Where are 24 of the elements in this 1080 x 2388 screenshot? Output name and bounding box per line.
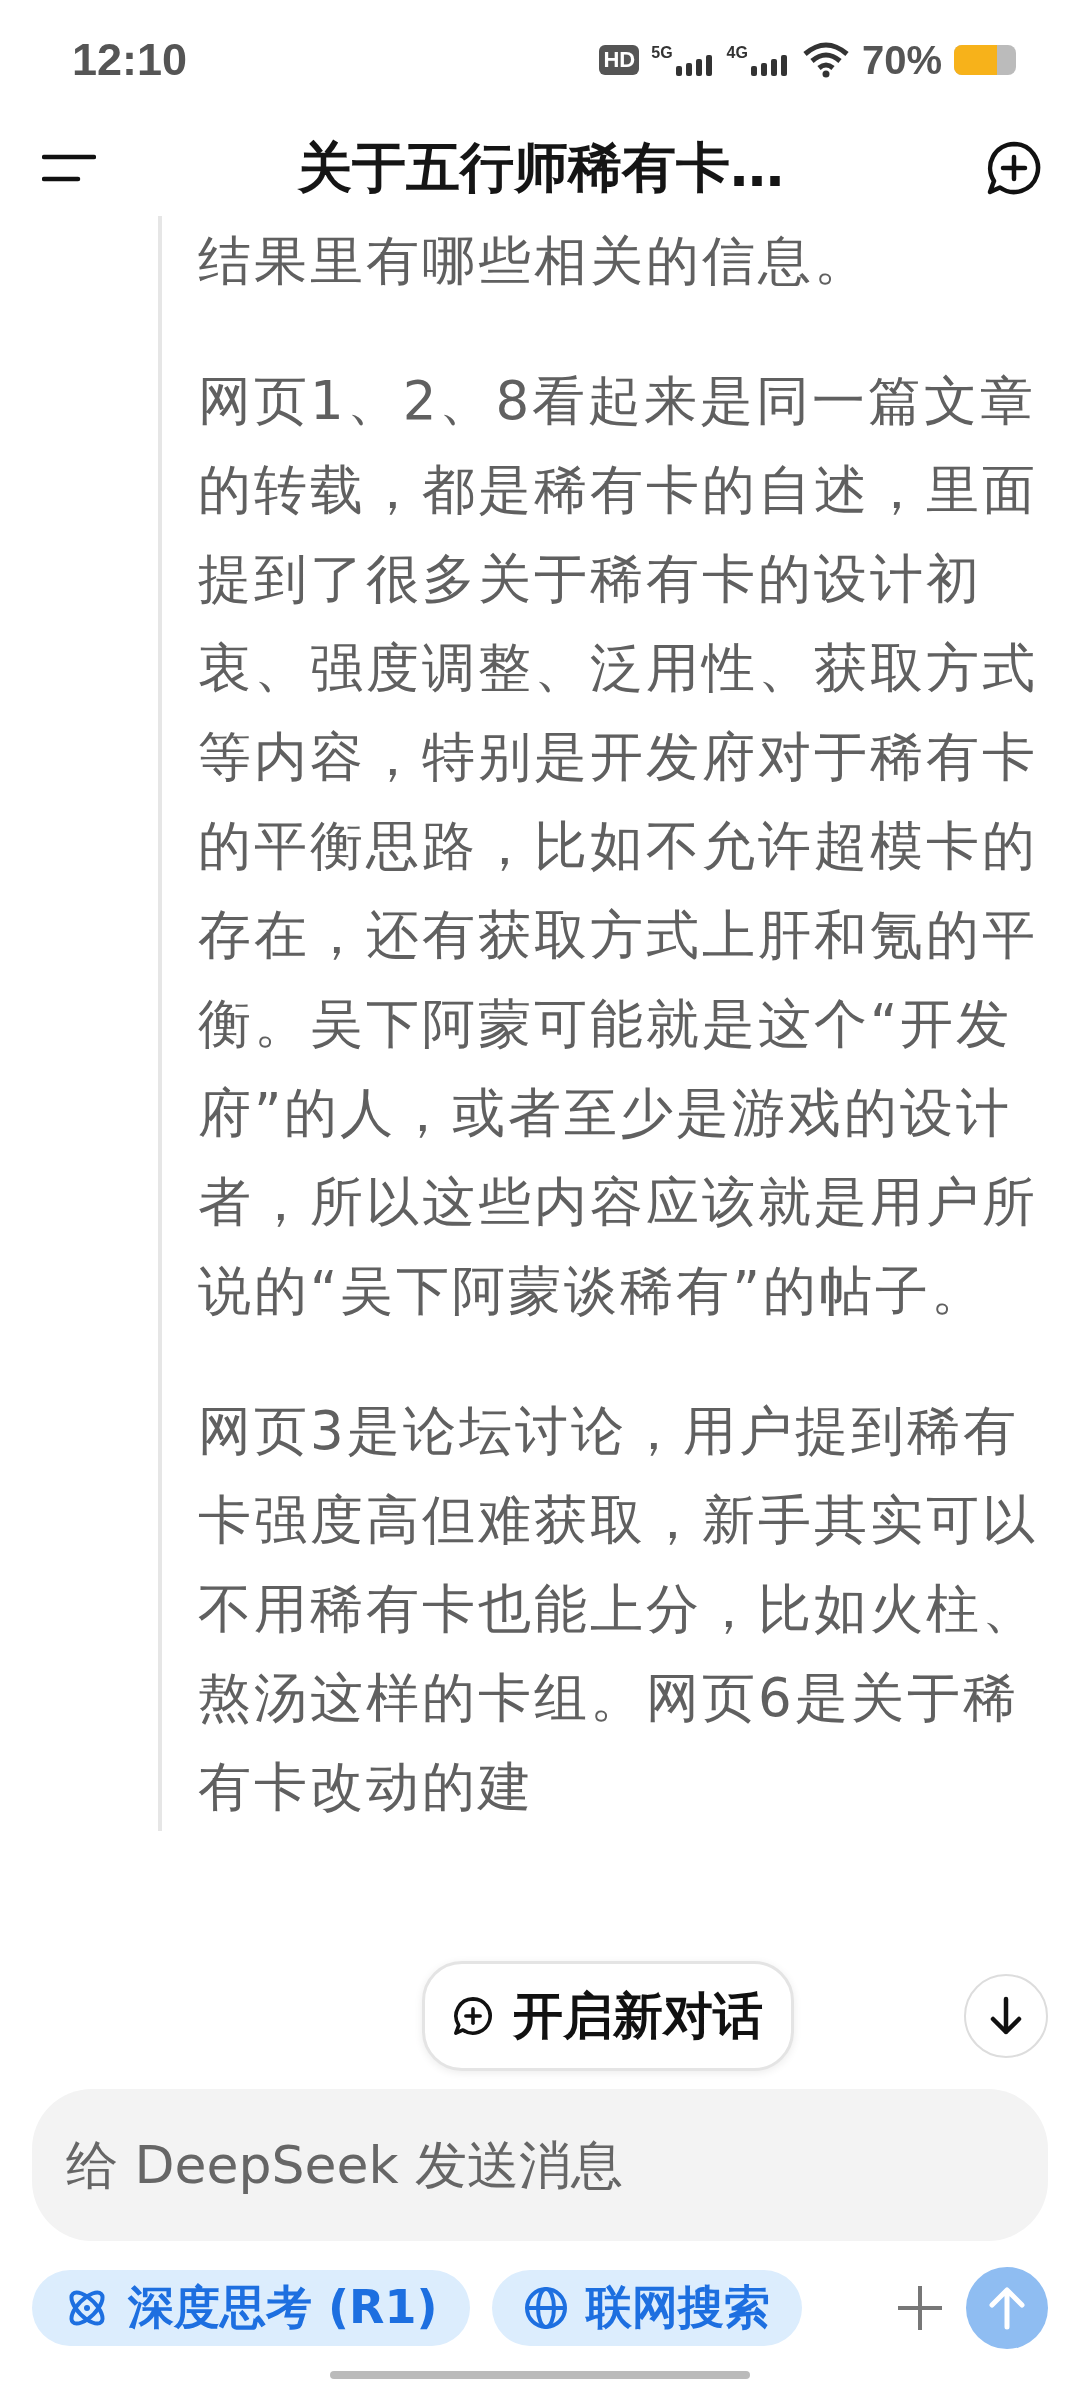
clock-time: 12:10 bbox=[72, 34, 188, 86]
plus-icon[interactable] bbox=[896, 2284, 944, 2332]
globe-icon bbox=[523, 2286, 568, 2330]
signal-icon bbox=[749, 54, 790, 76]
deep-think-toggle[interactable]: 深度思考 (R1) bbox=[32, 2270, 470, 2346]
hd-badge: HD bbox=[599, 45, 640, 75]
thinking-paragraph: 网页1、2、8看起来是同一篇文章的转载，都是稀有卡的自述，里面提到了很多关于稀有卡的设计初衷、强度调整、泛用性、获取方式等内容，特别是开发府对于稀有卡的平衡思路，比如不允许超模卡的存在，还有获取方式上肝和氪的平衡。吴下阿蒙可能就是这个“开发府”的人，或者至少是游戏的设计者，所以这些内容应该就是用户所说的“吴下阿蒙谈稀有”的帖子。 bbox=[198, 369, 1039, 1323]
chat-title: 关于五行师稀有卡… bbox=[298, 134, 784, 201]
thinking-paragraph: 网页3是论坛讨论，用户提到稀有卡强度高但难获取，新手其实可以不用稀有卡也能上分，比如火柱、熬汤这样的卡组。网页6是关于稀有卡改动的建 bbox=[198, 1399, 1039, 1819]
signal-icon bbox=[674, 54, 715, 76]
network-label: 5G bbox=[651, 44, 673, 62]
battery-icon bbox=[954, 45, 1016, 75]
message-field[interactable]: 给 DeepSeek 发送消息 bbox=[32, 2089, 1048, 2241]
thinking-paragraph: 结果里有哪些相关的信息。 bbox=[198, 229, 871, 293]
arrow-up-icon bbox=[987, 2286, 1027, 2330]
menu-icon[interactable] bbox=[42, 153, 96, 183]
new-chat-icon bbox=[453, 1996, 493, 2036]
web-search-toggle[interactable]: 联网搜索 bbox=[491, 2270, 802, 2346]
wifi-icon bbox=[801, 42, 850, 78]
new-chat-button[interactable]: 开启新对话 bbox=[422, 1961, 794, 2071]
arrow-down-icon bbox=[988, 1996, 1024, 2036]
battery-percent: 70% bbox=[861, 37, 942, 83]
new-chat-icon[interactable] bbox=[986, 140, 1042, 196]
network-label: 4G bbox=[726, 44, 748, 62]
